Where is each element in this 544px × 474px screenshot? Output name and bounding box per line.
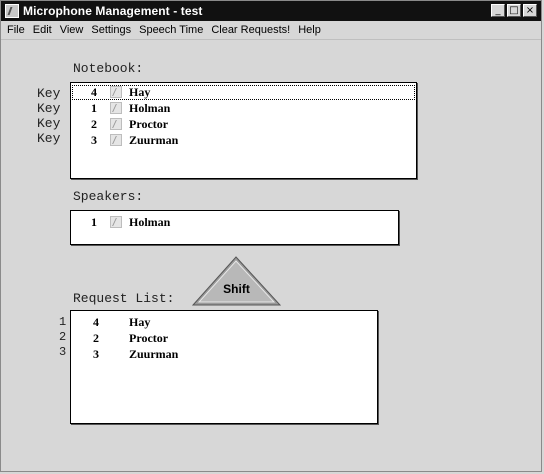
key-label: Key bbox=[37, 101, 61, 116]
list-item[interactable]: 1 Holman bbox=[71, 101, 416, 116]
window-controls: _ □ × bbox=[491, 4, 537, 17]
item-name: Proctor bbox=[129, 331, 169, 345]
maximize-button[interactable]: □ bbox=[507, 4, 521, 17]
list-item[interactable]: 3 Zuurman bbox=[71, 133, 416, 148]
item-name: Zuurman bbox=[129, 347, 179, 361]
menu-clear-requests[interactable]: Clear Requests! bbox=[211, 24, 292, 36]
speakers-list[interactable]: 1 Holman bbox=[70, 210, 399, 245]
shift-button[interactable]: Shift bbox=[191, 256, 282, 306]
list-item[interactable]: 4 Hay bbox=[71, 315, 377, 330]
list-item[interactable]: 2 Proctor bbox=[71, 331, 377, 346]
menu-bar: File Edit View Settings Speech Time Clea… bbox=[1, 21, 541, 40]
shift-button-label: Shift bbox=[223, 282, 250, 296]
request-index: 2 bbox=[59, 330, 67, 344]
item-name: Hay bbox=[129, 85, 151, 99]
close-button[interactable]: × bbox=[523, 4, 537, 17]
item-number: 4 bbox=[93, 315, 99, 329]
notebook-list[interactable]: 4 Hay 1 Holman 2 Proctor 3 Zuurman bbox=[70, 82, 417, 179]
request-list[interactable]: 4 Hay 2 Proctor 3 Zuurman bbox=[70, 310, 378, 424]
menu-speech-time[interactable]: Speech Time bbox=[139, 24, 205, 36]
request-index-column: 1 2 3 bbox=[59, 315, 66, 360]
request-index: 1 bbox=[59, 315, 67, 329]
notebook-label: Notebook: bbox=[73, 61, 144, 76]
list-item[interactable]: 4 Hay bbox=[71, 85, 416, 100]
item-name: Hay bbox=[129, 315, 151, 329]
key-label: Key bbox=[37, 131, 61, 146]
microphone-icon[interactable] bbox=[110, 216, 122, 228]
speakers-label: Speakers: bbox=[73, 189, 144, 204]
list-item[interactable]: 1 Holman bbox=[71, 215, 398, 230]
microphone-icon[interactable] bbox=[5, 4, 19, 18]
item-number: 2 bbox=[91, 117, 97, 131]
window-title: Microphone Management - test bbox=[23, 4, 203, 18]
menu-help[interactable]: Help bbox=[298, 24, 323, 36]
list-item[interactable]: 3 Zuurman bbox=[71, 347, 377, 362]
item-number: 4 bbox=[91, 85, 97, 99]
item-name: Holman bbox=[129, 215, 171, 229]
title-bar[interactable]: Microphone Management - test _ □ × bbox=[1, 1, 541, 21]
microphone-icon[interactable] bbox=[110, 118, 122, 130]
item-number: 3 bbox=[93, 347, 99, 361]
item-name: Proctor bbox=[129, 117, 169, 131]
menu-file[interactable]: File bbox=[7, 24, 27, 36]
list-item[interactable]: 2 Proctor bbox=[71, 117, 416, 132]
microphone-icon[interactable] bbox=[110, 102, 122, 114]
selection-outline bbox=[72, 85, 415, 100]
item-name: Zuurman bbox=[129, 133, 179, 147]
item-number: 1 bbox=[91, 215, 97, 229]
item-number: 1 bbox=[91, 101, 97, 115]
microphone-icon[interactable] bbox=[110, 134, 122, 146]
key-label: Key bbox=[37, 86, 61, 101]
menu-view[interactable]: View bbox=[60, 24, 86, 36]
item-number: 2 bbox=[93, 331, 99, 345]
menu-edit[interactable]: Edit bbox=[33, 24, 54, 36]
key-label: Key bbox=[37, 116, 61, 131]
menu-settings[interactable]: Settings bbox=[91, 24, 133, 36]
notebook-key-column: Key Key Key Key bbox=[37, 86, 60, 146]
microphone-icon[interactable] bbox=[110, 86, 122, 98]
minimize-button[interactable]: _ bbox=[491, 4, 505, 17]
request-list-label: Request List: bbox=[73, 291, 175, 306]
item-number: 3 bbox=[91, 133, 97, 147]
request-index: 3 bbox=[59, 345, 67, 359]
app-window: Microphone Management - test _ □ × File … bbox=[0, 0, 542, 472]
item-name: Holman bbox=[129, 101, 171, 115]
shift-triangle-icon bbox=[191, 256, 282, 306]
